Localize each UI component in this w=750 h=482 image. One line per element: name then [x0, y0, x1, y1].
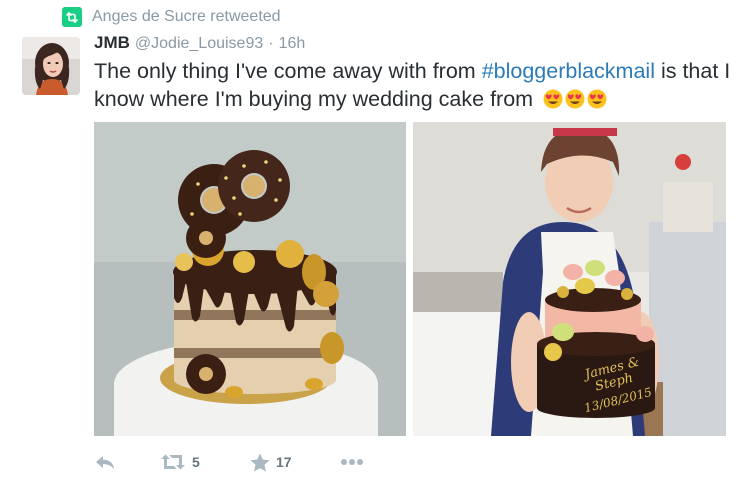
heart-eyes-emoji [587, 89, 607, 109]
more-dots-icon [341, 459, 363, 465]
tweet-text: The only thing I've come away with from … [94, 57, 734, 113]
author-handle[interactable]: @Jodie_Louise93 [135, 35, 263, 53]
author-name[interactable]: JMB [94, 33, 130, 53]
media-photo-cake[interactable] [94, 122, 406, 436]
tweet-header: JMB @Jodie_Louise93 · 16h [94, 33, 305, 53]
tweet-card[interactable]: Anges de Sucre retweeted JMB @Jodie_Loui… [0, 0, 750, 482]
retweet-context-text[interactable]: Anges de Sucre retweeted [92, 8, 281, 26]
tweet-timestamp[interactable]: 16h [279, 35, 306, 53]
header-separator: · [268, 35, 274, 52]
retweet-count: 5 [192, 454, 200, 470]
retweet-context: Anges de Sucre retweeted [62, 6, 281, 28]
star-icon [250, 453, 270, 471]
hashtag-link[interactable]: #bloggerblackmail [482, 59, 655, 83]
retweet-button[interactable]: 5 [160, 453, 250, 471]
emoji-group [543, 89, 607, 109]
retweet-icon [161, 454, 185, 470]
favorite-count: 17 [276, 454, 292, 470]
reply-icon [96, 456, 114, 469]
more-button[interactable] [340, 458, 364, 466]
retweet-icon [62, 7, 82, 27]
heart-eyes-emoji [543, 89, 563, 109]
tweet-action-bar: 5 17 [94, 450, 364, 474]
reply-button[interactable] [94, 454, 160, 470]
tweet-text-before: The only thing I've come away with from [94, 59, 482, 83]
favorite-button[interactable]: 17 [250, 453, 340, 472]
heart-eyes-emoji [565, 89, 585, 109]
avatar[interactable] [22, 37, 80, 95]
media-photo-woman-with-cake[interactable]: James & Steph 13/08/2015 [413, 122, 726, 436]
